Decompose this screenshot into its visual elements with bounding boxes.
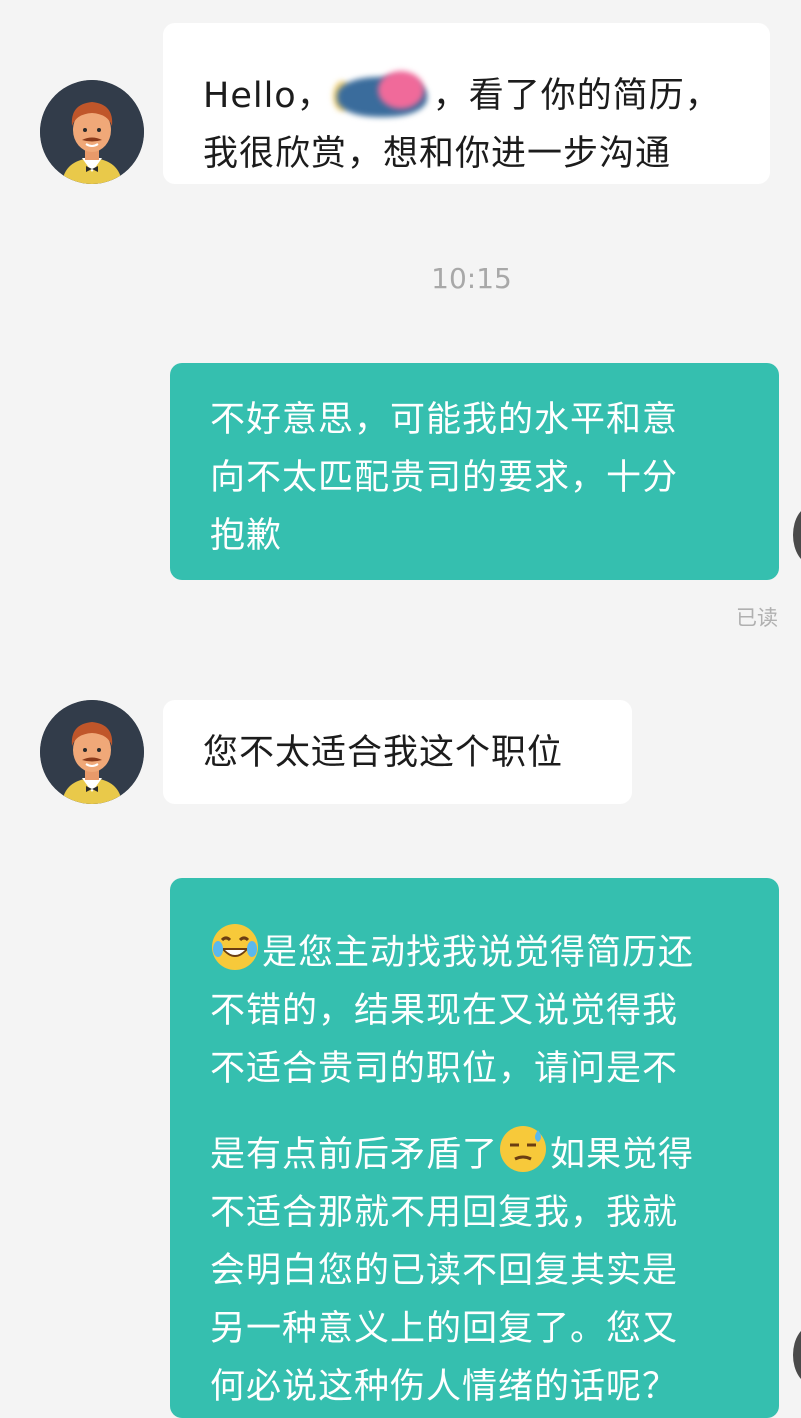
- laughing-tears-emoji-icon: [210, 922, 260, 972]
- my-avatar[interactable]: [793, 1325, 801, 1385]
- my-avatar[interactable]: [793, 505, 801, 565]
- read-status: 已读: [736, 606, 778, 630]
- message-text-line: 向不太匹配贵司的要求，十分: [210, 458, 679, 498]
- message-text-line: 不错的，结果现在又说觉得我: [210, 991, 679, 1031]
- timestamp: 10:15: [431, 262, 512, 295]
- message-text-line: 另一种意义上的回复了。您又: [210, 1309, 679, 1349]
- message-text-line: 何必说这种伤人情绪的话呢？: [210, 1367, 679, 1407]
- message-text-line: 是您主动找我说觉得简历还: [210, 922, 779, 982]
- message-text-line: 不好意思，可能我的水平和意: [210, 400, 679, 440]
- message-bubble-incoming[interactable]: Hello， ，看了你的简历， 我很欣赏，想和你进一步沟通: [163, 23, 770, 184]
- message-text-line: 不适合那就不用回复我，我就: [210, 1193, 679, 1233]
- message-text-line: 不适合贵司的职位，请问是不: [210, 1049, 679, 1089]
- man-with-mustache-avatar-icon: [40, 700, 144, 804]
- recruiter-avatar[interactable]: [40, 80, 144, 184]
- message-text-line: 抱歉: [210, 516, 283, 556]
- message-bubble-outgoing[interactable]: 是您主动找我说觉得简历还 不错的，结果现在又说觉得我 不适合贵司的职位，请问是不…: [170, 878, 779, 1418]
- message-text-line: 我很欣赏，想和你进一步沟通: [203, 134, 672, 174]
- message-text-line: 是有点前后矛盾了 如果觉得: [210, 1124, 779, 1184]
- message-bubble-incoming[interactable]: 您不太适合我这个职位: [163, 700, 632, 804]
- message-bubble-outgoing[interactable]: 不好意思，可能我的水平和意 向不太匹配贵司的要求，十分 抱歉: [170, 363, 779, 580]
- recruiter-avatar[interactable]: [40, 700, 144, 804]
- man-with-mustache-avatar-icon: [40, 80, 144, 184]
- message-text-line: 您不太适合我这个职位: [203, 733, 564, 773]
- message-text-line: Hello， ，看了你的简历，: [203, 69, 770, 127]
- redacted-name-blur: [332, 69, 433, 127]
- unamused-sweat-emoji-icon: [498, 1124, 548, 1174]
- message-text-line: 会明白您的已读不回复其实是: [210, 1251, 679, 1291]
